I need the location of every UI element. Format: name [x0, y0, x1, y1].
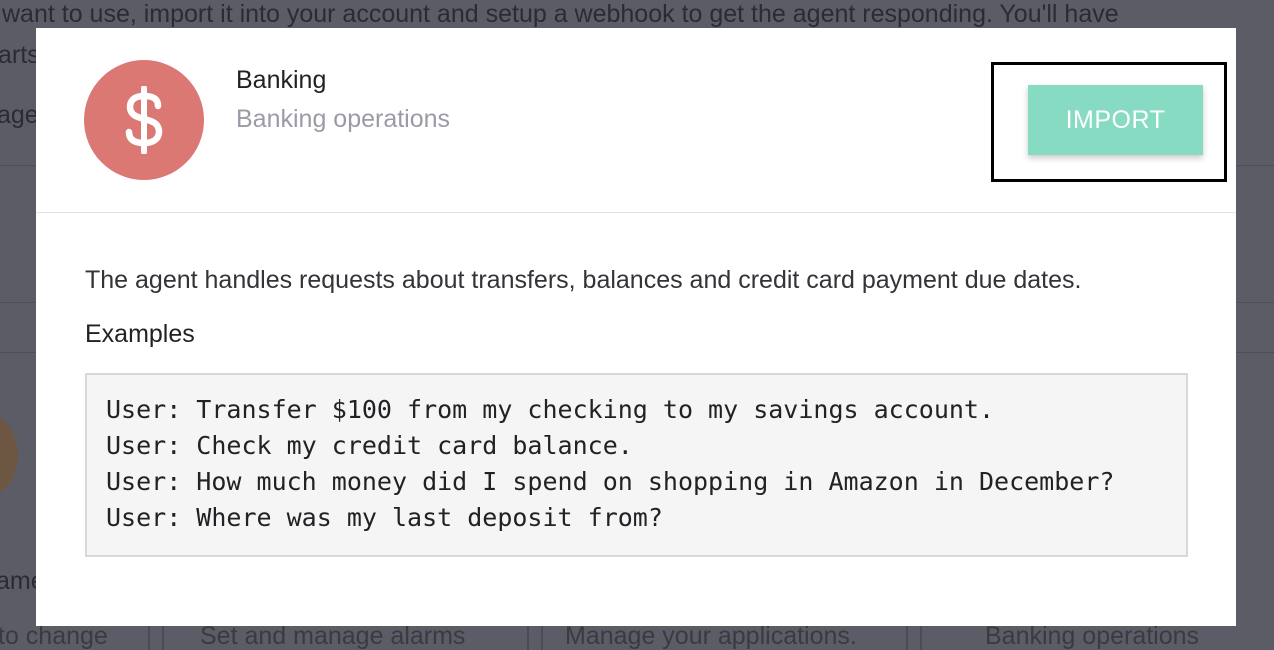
- background-intro-text-3: age: [0, 101, 39, 129]
- background-intro-text-2: arts: [0, 41, 40, 69]
- background-card-description: Banking operations: [985, 622, 1200, 650]
- background-card-divider: [906, 626, 908, 650]
- example-line: User: Where was my last deposit from?: [106, 503, 663, 532]
- background-card-divider: [920, 626, 922, 650]
- background-card-divider: [148, 626, 150, 650]
- import-button[interactable]: IMPORT: [1028, 85, 1203, 155]
- background-intro-text: want to use, import it into your account…: [2, 0, 1119, 28]
- background-card-description: Manage your applications.: [565, 622, 857, 650]
- dialog-header: Banking Banking operations IMPORT: [36, 28, 1236, 213]
- examples-heading: Examples: [85, 320, 195, 348]
- example-line: User: Check my credit card balance.: [106, 431, 633, 460]
- background-card-description: to change: [0, 622, 108, 650]
- agent-name: Banking: [236, 66, 327, 94]
- agent-import-dialog: Banking Banking operations IMPORT The ag…: [36, 28, 1236, 626]
- background-card-divider: [541, 626, 543, 650]
- example-line: User: How much money did I spend on shop…: [106, 467, 1115, 496]
- background-card-divider: [527, 626, 529, 650]
- dollar-sign-icon: [84, 60, 204, 180]
- examples-box: User: Transfer $100 from my checking to …: [85, 373, 1188, 557]
- example-line: User: Transfer $100 from my checking to …: [106, 395, 995, 424]
- agent-subtitle: Banking operations: [236, 105, 451, 133]
- background-avatar: [0, 410, 18, 500]
- background-card-divider: [162, 626, 164, 650]
- background-card-description: Set and manage alarms: [200, 622, 466, 650]
- agent-description: The agent handles requests about transfe…: [85, 266, 1082, 294]
